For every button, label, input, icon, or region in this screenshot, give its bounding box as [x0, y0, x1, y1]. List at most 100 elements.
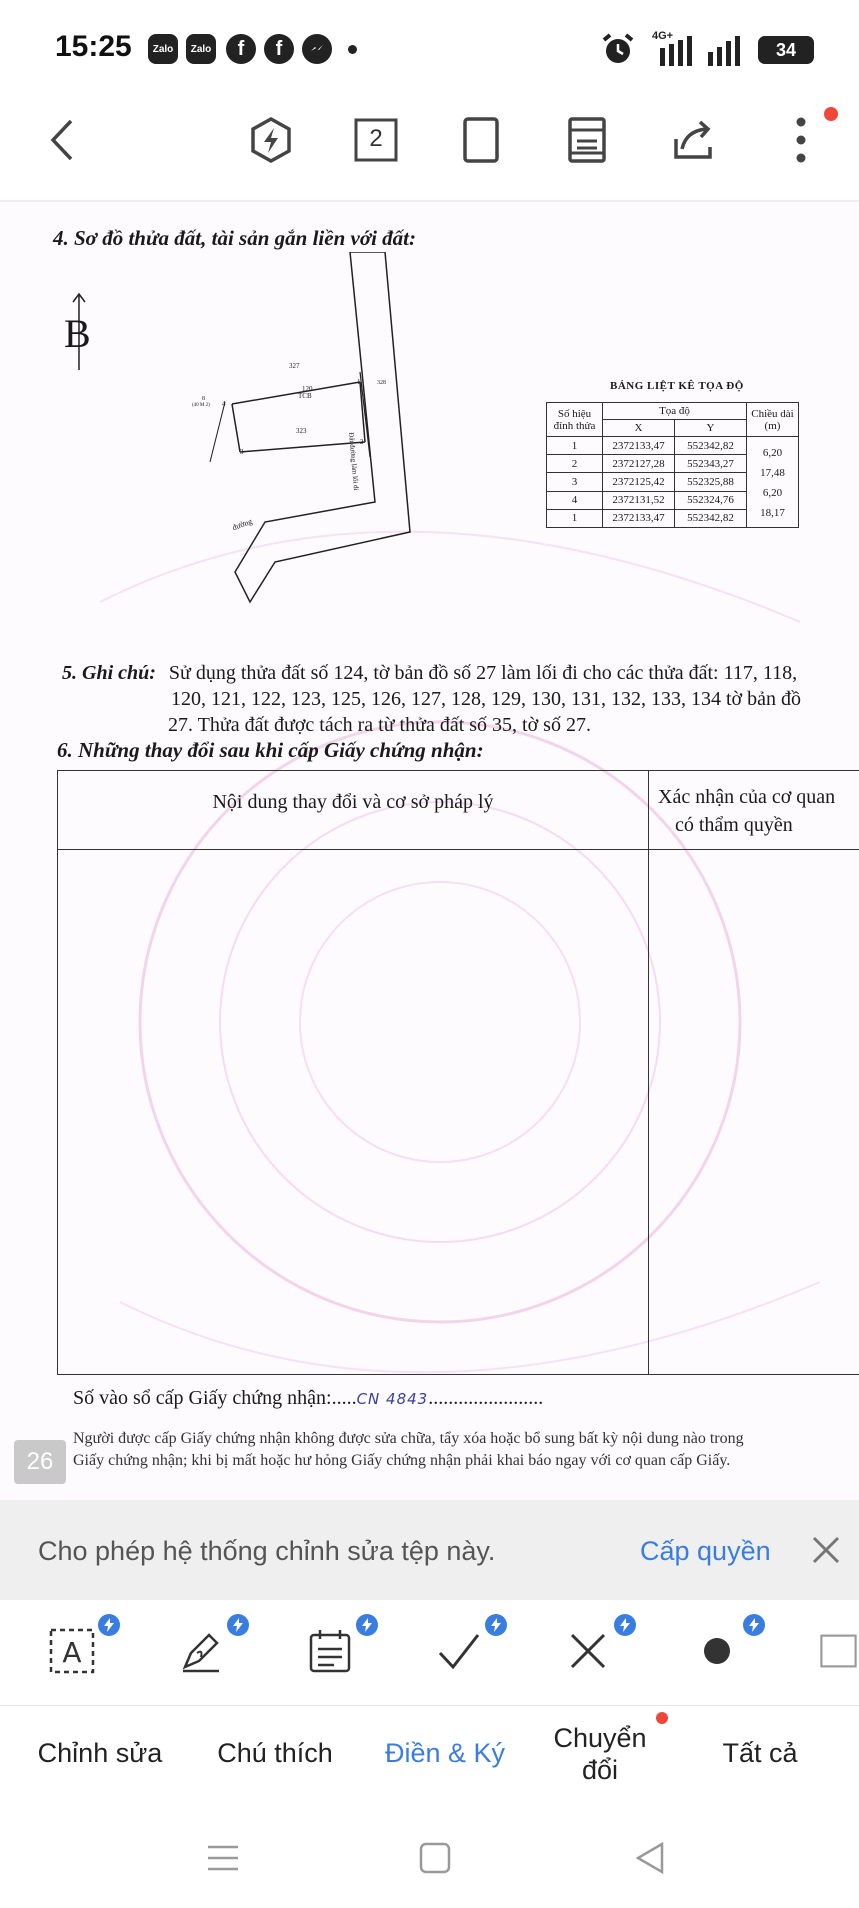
facebook-notification-icon: f: [264, 34, 294, 64]
cross-mark-tool[interactable]: [563, 1626, 613, 1676]
text-field-tool[interactable]: A: [47, 1626, 97, 1676]
changes-table: Nội dung thay đổi và cơ sở pháp lý Xác n…: [57, 770, 859, 1375]
triangle-back-icon: [635, 1841, 664, 1875]
tab-edit[interactable]: Chỉnh sửa: [30, 1738, 170, 1769]
map-point-label: 1: [357, 378, 361, 386]
tab-fill-sign[interactable]: Điền & Ký: [375, 1738, 515, 1769]
battery-indicator: 34: [758, 36, 814, 64]
reading-mode-button[interactable]: [562, 115, 612, 165]
cross-mark-icon: [570, 1633, 606, 1669]
coord-cell: 552325,88: [674, 472, 747, 492]
share-button[interactable]: [668, 115, 718, 165]
top-toolbar: [0, 90, 859, 200]
calendar-icon: [309, 1630, 351, 1673]
page-count: 2: [369, 125, 383, 152]
document-layout-icon: [568, 117, 606, 163]
coord-cell: 3: [546, 472, 603, 492]
north-label: B: [64, 311, 91, 356]
map-label-left-ref2: (40 M 2): [192, 403, 210, 408]
square-home-icon: [419, 1842, 451, 1874]
menu-notification-dot: [824, 107, 838, 121]
page-count-button[interactable]: 2: [351, 115, 401, 165]
map-point-label: 2: [360, 438, 364, 446]
premium-badge-icon: [614, 1614, 636, 1636]
length-cell: 6,20 17,48 6,20 18,17: [746, 436, 799, 528]
page-number-badge: 26: [14, 1440, 66, 1484]
note-text: Sử dụng thửa đất số 124, tờ bản đồ số 27…: [168, 662, 798, 684]
tab-convert[interactable]: Chuyển đổi: [540, 1722, 660, 1786]
messenger-notification-icon: [302, 34, 332, 64]
coord-cell: 552342,82: [674, 508, 747, 529]
home-button[interactable]: [415, 1838, 455, 1878]
grant-permission-button[interactable]: Cấp quyền: [640, 1536, 771, 1567]
status-bar: 15:25 Zalo Zalo f f 4G+ 34: [0, 0, 859, 90]
section-6-title: 6. Những thay đổi sau khi cấp Giấy chứng…: [57, 738, 484, 762]
coord-header-x: X: [602, 419, 675, 437]
tab-all[interactable]: Tất cả: [700, 1738, 820, 1769]
fullscreen-button[interactable]: [456, 115, 506, 165]
text-box-icon: A: [49, 1628, 95, 1674]
banner-close-button[interactable]: [806, 1530, 846, 1570]
chevron-left-icon: [50, 119, 73, 161]
map-label-parcel-top: 327: [289, 362, 300, 370]
more-notifications-dot: [348, 45, 357, 54]
confirmation-line-2: có thẩm quyền: [675, 814, 793, 836]
premium-badge-icon: [356, 1614, 378, 1636]
map-label-left-ref: 8: [202, 396, 205, 402]
coord-cell: 4: [546, 490, 603, 510]
more-menu-button[interactable]: [776, 115, 826, 165]
coord-cell: 2372133,47: [602, 508, 675, 529]
section-4-title: 4. Sơ đồ thửa đất, tài sản gắn liền với …: [53, 226, 416, 250]
coord-header-y: Y: [674, 419, 747, 437]
facebook-notification-icon: f: [226, 34, 256, 64]
tab-convert-line-2: đổi: [581, 1755, 619, 1785]
smart-tools-button[interactable]: [246, 115, 296, 165]
note-label: 5. Ghi chú:: [62, 662, 156, 684]
checkmark-tool[interactable]: [434, 1626, 484, 1676]
status-time: 15:25: [55, 30, 132, 63]
changes-header-confirmation: Xác nhận của cơ quan có thẩm quyền: [658, 783, 859, 839]
tab-annotate[interactable]: Chú thích: [205, 1738, 345, 1769]
rectangle-icon: [820, 1634, 857, 1668]
dot-tool[interactable]: [692, 1626, 742, 1676]
coord-cell: 2372133,47: [602, 435, 675, 456]
map-label-side-number: 328: [377, 380, 386, 386]
pen-signature-icon: [182, 1633, 219, 1673]
map-label-parcel-mid2: TCB: [298, 392, 312, 400]
rectangle-tool[interactable]: [818, 1626, 859, 1676]
date-tool[interactable]: [305, 1626, 355, 1676]
permission-text: Cho phép hệ thống chỉnh sửa tệp này.: [38, 1536, 496, 1566]
map-label-parcel-bottom: 323: [296, 427, 307, 435]
signature-tool[interactable]: [176, 1626, 226, 1676]
zalo-notification-icon: Zalo: [148, 34, 178, 64]
coord-cell: 2: [546, 454, 603, 474]
signal-strength-icon: [708, 36, 744, 71]
signal-strength-icon: [660, 36, 696, 71]
premium-badge-icon: [227, 1614, 249, 1636]
svg-text:A: A: [62, 1636, 81, 1669]
menu-lines-icon: [208, 1845, 238, 1871]
recent-apps-button[interactable]: [203, 1838, 243, 1878]
changes-header-content: Nội dung thay đổi và cơ sở pháp lý: [212, 791, 494, 813]
tab-convert-line-1: Chuyển: [553, 1723, 647, 1753]
coord-cell: 552343,27: [674, 454, 747, 474]
back-button[interactable]: [38, 115, 88, 165]
dot-icon: [704, 1638, 730, 1664]
close-icon: [812, 1536, 840, 1564]
convert-notification-dot: [656, 1712, 668, 1724]
more-vertical-icon: [796, 117, 806, 163]
back-nav-button[interactable]: [630, 1838, 670, 1878]
note-line-1: 5. Ghi chú: Sử dụng thửa đất số 124, tờ …: [62, 662, 797, 685]
coord-cell: 1: [546, 435, 603, 456]
fullscreen-icon: [463, 117, 499, 163]
table-row: 1 2372133,47 552342,82 6,20 17,48 6,20 1…: [546, 435, 799, 528]
registry-number-line: Số vào sổ cấp Giấy chứng nhận:.....CN 48…: [73, 1387, 543, 1410]
premium-badge-icon: [743, 1614, 765, 1636]
fine-print-line-2: Giấy chứng nhận; khi bị mất hoặc hư hỏng…: [73, 1452, 731, 1469]
lightning-hexagon-icon: [251, 116, 291, 164]
document-page[interactable]: 4. Sơ đồ thửa đất, tài sản gắn liền với …: [0, 200, 859, 1500]
note-line-2: 120, 121, 122, 123, 125, 126, 127, 128, …: [171, 688, 802, 710]
coord-cell: 1: [546, 508, 603, 529]
coord-cell: 552324,76: [674, 490, 747, 510]
premium-badge-icon: [485, 1614, 507, 1636]
